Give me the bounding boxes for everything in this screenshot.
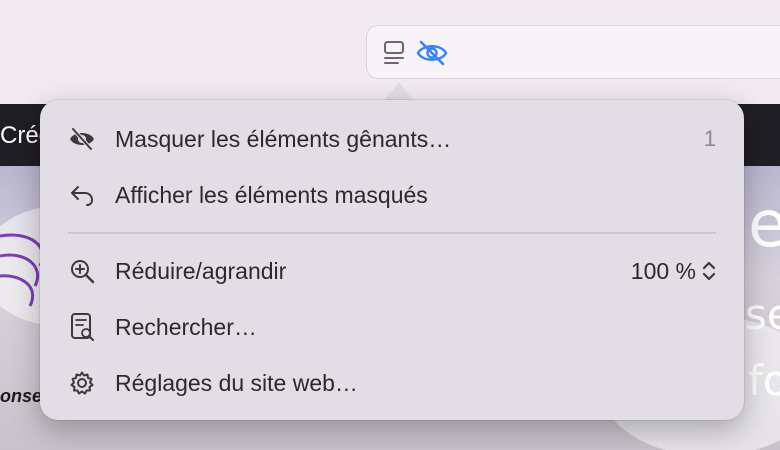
undo-arrow-icon <box>68 181 96 209</box>
hide-distractions-eye-icon[interactable] <box>415 36 449 70</box>
hero-text-letter: e <box>748 188 780 262</box>
menu-item-label: Réduire/agrandir <box>115 257 287 284</box>
menu-item-website-settings[interactable]: Réglages du site web… <box>40 358 744 408</box>
hero-text-fragment: fo <box>748 356 780 405</box>
address-bar[interactable] <box>366 25 780 79</box>
menu-item-label: Afficher les éléments masqués <box>115 181 428 208</box>
menu-item-label: Masquer les éléments gênants… <box>115 125 452 152</box>
page-menu-popover: Masquer les éléments gênants… 1 Afficher… <box>40 100 744 420</box>
popover-arrow <box>383 82 415 102</box>
menu-divider <box>68 232 716 234</box>
find-in-page-icon <box>68 313 96 341</box>
menu-item-zoom[interactable]: Réduire/agrandir 100 % <box>40 246 744 296</box>
menu-item-find[interactable]: Rechercher… <box>40 302 744 352</box>
menu-item-show-hidden[interactable]: Afficher les éléments masqués <box>40 170 744 220</box>
hidden-count-badge: 1 <box>703 126 716 151</box>
magnifier-plus-icon <box>68 257 96 285</box>
menu-item-label: Réglages du site web… <box>115 369 358 396</box>
reader-mode-icon[interactable] <box>377 36 411 70</box>
menu-item-hide-distractions[interactable]: Masquer les éléments gênants… 1 <box>40 114 744 164</box>
menu-item-label: Rechercher… <box>115 313 257 340</box>
gear-icon <box>68 369 96 397</box>
hero-text-fragment: se <box>745 290 780 339</box>
chevron-up-down-icon <box>702 261 716 281</box>
zoom-value: 100 % <box>630 257 696 284</box>
hero-side-text: onse <box>0 386 43 406</box>
eye-slash-icon <box>68 125 96 153</box>
zoom-stepper[interactable]: 100 % <box>631 258 716 285</box>
